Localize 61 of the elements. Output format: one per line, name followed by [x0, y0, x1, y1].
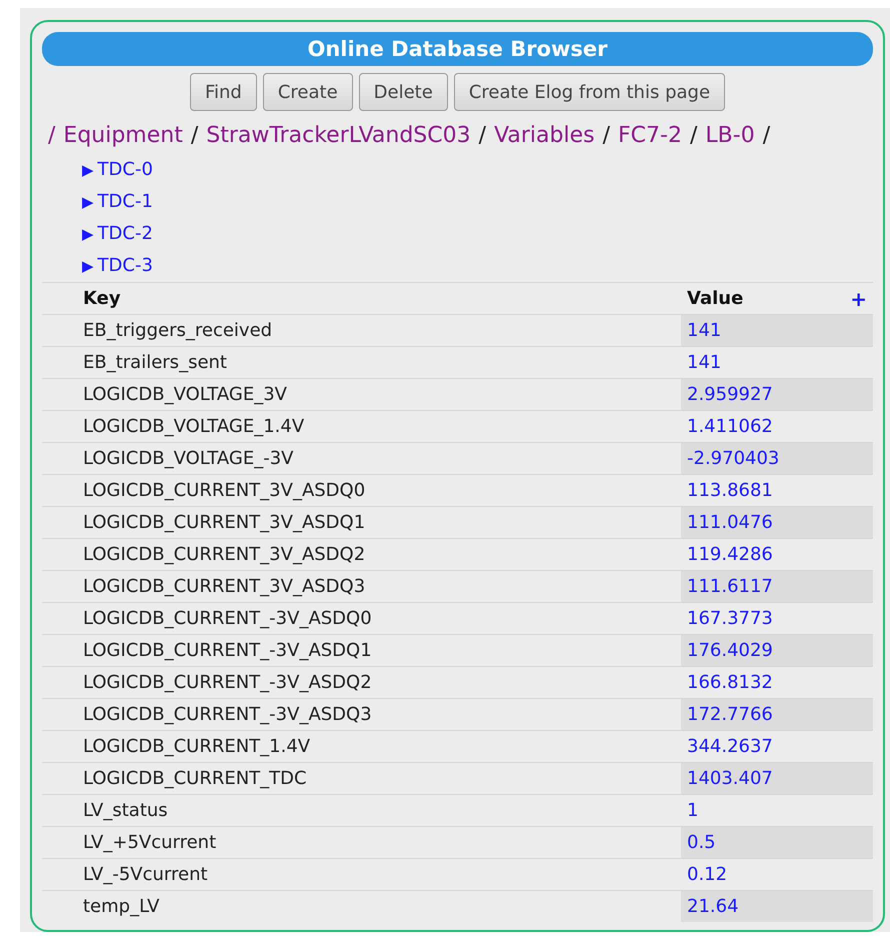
value-cell[interactable]: 141	[681, 347, 873, 378]
key-cell-text: EB_triggers_received	[82, 319, 274, 343]
key-cell-text: temp_LV	[82, 895, 160, 919]
value-cell[interactable]: 1.411062	[681, 411, 873, 442]
subdirectory-link[interactable]: ▶ TDC-2	[82, 218, 153, 250]
column-header: Value	[686, 287, 744, 311]
key-cell-text: LOGICDB_CURRENT_3V_ASDQ2	[82, 543, 366, 567]
key-cell-text: LOGICDB_VOLTAGE_1.4V	[82, 415, 306, 439]
key-cell-text: LOGICDB_CURRENT_1.4V	[82, 735, 312, 759]
key-cell-text: LOGICDB_CURRENT_3V_ASDQ0	[82, 479, 366, 503]
panel-title: Online Database Browser	[42, 32, 873, 66]
breadcrumb-link[interactable]: Equipment	[63, 123, 183, 148]
subdirectory-link[interactable]: ▶ TDC-1	[82, 186, 153, 218]
value-cell[interactable]: 176.4029	[681, 635, 873, 666]
value-cell[interactable]: 1403.407	[681, 763, 873, 794]
toolbar-button[interactable]: Find	[190, 73, 257, 111]
column-header: Key	[82, 287, 122, 311]
key-cell-text: EB_trailers_sent	[82, 351, 228, 375]
value-cell[interactable]: 111.0476	[681, 507, 873, 538]
value-cell[interactable]: -2.970403	[681, 443, 873, 474]
key-cell-text: LOGICDB_CURRENT_-3V_ASDQ2	[82, 671, 373, 695]
key-cell-text: LOGICDB_VOLTAGE_-3V	[82, 447, 294, 471]
path-separator: /	[762, 123, 770, 148]
value-cell[interactable]: 0.5	[681, 827, 873, 858]
key-cell-text: LOGICDB_CURRENT_3V_ASDQ1	[82, 511, 366, 535]
value-cell[interactable]: 2.959927	[681, 379, 873, 410]
path-separator: /	[190, 123, 198, 148]
value-cell[interactable]: 172.7766	[681, 699, 873, 730]
breadcrumb-link[interactable]: StrawTrackerLVandSC03	[206, 123, 471, 148]
breadcrumb-link[interactable]: /	[48, 123, 56, 148]
key-cell-text: LV_+5Vcurrent	[82, 831, 218, 855]
key-cell-text: LV_status	[82, 799, 169, 823]
value-cell[interactable]: 119.4286	[681, 539, 873, 570]
key-cell-text: LOGICDB_CURRENT_-3V_ASDQ3	[82, 703, 373, 727]
value-cell[interactable]: 141	[681, 315, 873, 346]
breadcrumb-link[interactable]: LB-0	[705, 123, 755, 148]
toolbar-button[interactable]: Create Elog from this page	[454, 73, 726, 111]
value-cell[interactable]: 166.8132	[681, 667, 873, 698]
breadcrumb-link[interactable]: FC7-2	[618, 123, 682, 148]
value-cell[interactable]: 111.6117	[681, 571, 873, 602]
path-separator: /	[478, 123, 486, 148]
path-separator: /	[690, 123, 698, 148]
value-cell[interactable]: 0.12	[681, 859, 873, 890]
path-separator: /	[602, 123, 610, 148]
breadcrumb-link[interactable]: Variables	[494, 123, 595, 148]
key-cell-text: LV_-5Vcurrent	[82, 863, 209, 887]
key-cell-text: LOGICDB_VOLTAGE_3V	[82, 383, 288, 407]
toolbar-button[interactable]: Delete	[358, 73, 448, 111]
toolbar-button[interactable]: Create	[262, 73, 353, 111]
key-cell-text: LOGICDB_CURRENT_-3V_ASDQ0	[82, 607, 373, 631]
key-cell-text: LOGICDB_CURRENT_-3V_ASDQ1	[82, 639, 373, 663]
key-cell-text: LOGICDB_CURRENT_TDC	[82, 767, 308, 791]
value-cell[interactable]: 113.8681	[681, 475, 873, 506]
subdirectory-link[interactable]: ▶ TDC-3	[82, 250, 153, 282]
value-cell[interactable]: 344.2637	[681, 731, 873, 762]
add-key-link[interactable]: +	[850, 286, 873, 310]
value-cell[interactable]: 1	[681, 795, 873, 826]
key-cell-text: LOGICDB_CURRENT_3V_ASDQ3	[82, 575, 366, 599]
value-cell[interactable]: 21.64	[681, 891, 873, 922]
subdirectory-link[interactable]: ▶ TDC-0	[82, 154, 153, 186]
value-cell[interactable]: 167.3773	[681, 603, 873, 634]
